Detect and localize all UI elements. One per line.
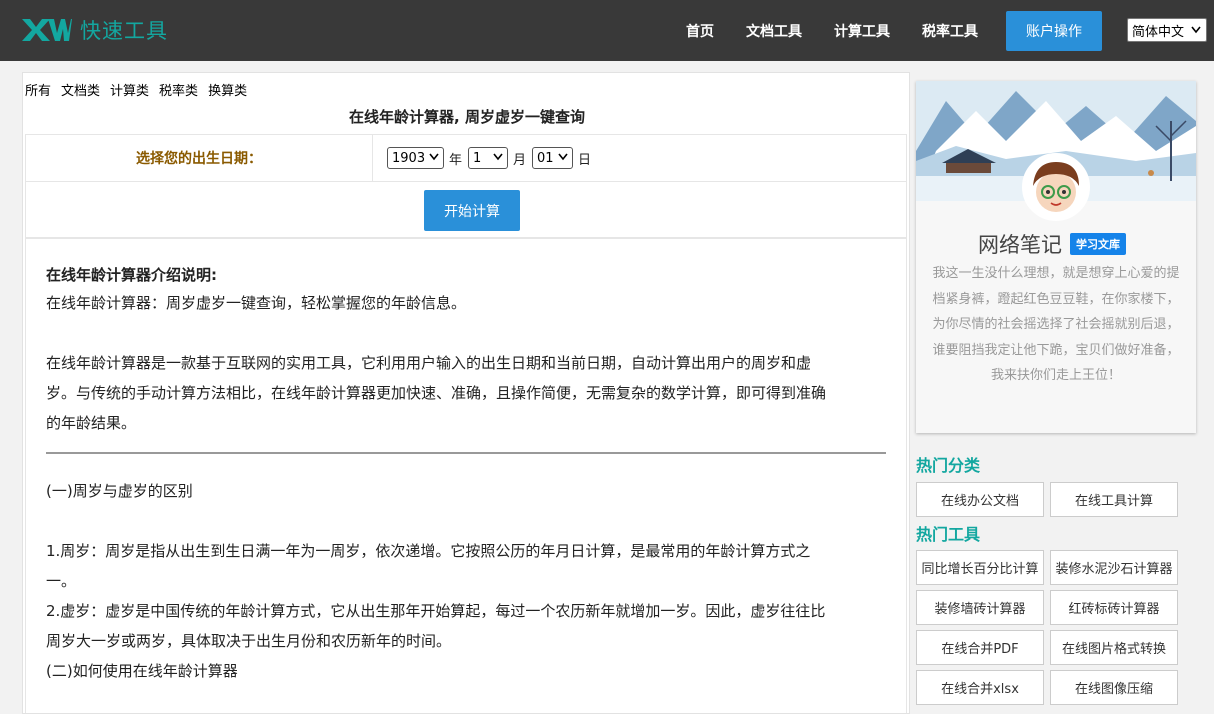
avatar[interactable] <box>1022 153 1090 221</box>
hot-tool-merge-xlsx[interactable]: 在线合并xlsx <box>916 670 1044 705</box>
article-section2: (二)如何使用在线年龄计算器 <box>46 662 238 680</box>
main-panel: 所有 文档类 计算类 税率类 换算类 在线年龄计算器, 周岁虚岁一键查询 选择您… <box>22 72 910 714</box>
article-content: 在线年龄计算器介绍说明: 在线年龄计算器：周岁虚岁一键查询，轻松掌握您的年龄信息… <box>25 238 907 713</box>
hot-tool-yoy-growth[interactable]: 同比增长百分比计算 <box>916 550 1044 585</box>
year-unit: 年 <box>449 152 463 168</box>
hot-tool-wall-tile[interactable]: 装修墙砖计算器 <box>916 590 1044 625</box>
category-docs[interactable]: 文档类 <box>61 80 100 99</box>
category-filter: 所有 文档类 计算类 税率类 换算类 <box>25 80 257 99</box>
profile-badge[interactable]: 学习文库 <box>1070 233 1126 255</box>
category-tax[interactable]: 税率类 <box>159 80 198 99</box>
hot-tool-image-compress[interactable]: 在线图像压缩 <box>1050 670 1178 705</box>
nav-home[interactable]: 首页 <box>686 21 714 41</box>
divider <box>46 452 886 454</box>
language-value: 简体中文 <box>1132 24 1185 40</box>
profile-bio: 我这一生没什么理想，就是想穿上心爱的提档紧身裤，蹬起红色豆豆鞋，在你家楼下，为你… <box>932 266 1180 383</box>
site-logo[interactable]: 快速工具 <box>20 13 168 47</box>
month-value: 1 <box>473 150 482 166</box>
article-item1-line2: 一。 <box>46 572 77 590</box>
month-unit: 月 <box>513 152 527 168</box>
hot-tool-merge-pdf[interactable]: 在线合并PDF <box>916 630 1044 665</box>
main-nav: 首页 文档工具 计算工具 税率工具 <box>670 0 994 61</box>
birth-date-row: 选择您的出生日期： 1903 年 1 月 01 日 <box>25 134 907 182</box>
category-all[interactable]: 所有 <box>25 80 51 99</box>
hot-tool-red-brick[interactable]: 红砖标砖计算器 <box>1050 590 1178 625</box>
account-button[interactable]: 账户操作 <box>1006 11 1102 51</box>
year-select[interactable]: 1903 <box>387 147 444 169</box>
month-select[interactable]: 1 <box>468 147 509 169</box>
day-unit: 日 <box>578 152 592 168</box>
profile-name-row: 网络笔记 学习文库 <box>978 229 1126 259</box>
start-calculate-button[interactable]: 开始计算 <box>424 190 520 231</box>
category-convert[interactable]: 换算类 <box>208 80 247 99</box>
article-item1-line1: 1.周岁：周岁是指从出生到生日满一年为一周岁，依次递增。它按照公历的年月日计算，… <box>46 542 811 560</box>
nav-tax-tools[interactable]: 税率工具 <box>922 21 978 41</box>
article-heading: 在线年龄计算器介绍说明: <box>46 266 217 284</box>
year-value: 1903 <box>392 150 426 166</box>
article-para1-line1: 在线年龄计算器是一款基于互联网的实用工具，它利用用户输入的出生日期和当前日期，自… <box>46 354 812 372</box>
language-select[interactable]: 简体中文 <box>1127 18 1207 42</box>
top-navigation-bar: 快速工具 首页 文档工具 计算工具 税率工具 账户操作 简体中文 <box>0 0 1214 61</box>
page-title: 在线年龄计算器, 周岁虚岁一键查询 <box>349 108 585 126</box>
day-select[interactable]: 01 <box>532 147 574 169</box>
hot-category-office-docs[interactable]: 在线办公文档 <box>916 482 1044 517</box>
hot-category-tool-calc[interactable]: 在线工具计算 <box>1050 482 1178 517</box>
submit-row: 开始计算 <box>25 182 907 238</box>
avatar-face-icon <box>1025 156 1087 218</box>
hot-categories-title: 热门分类 <box>916 456 981 475</box>
hot-tool-image-convert[interactable]: 在线图片格式转换 <box>1050 630 1178 665</box>
category-calc[interactable]: 计算类 <box>110 80 149 99</box>
hot-tools-title: 热门工具 <box>916 525 981 544</box>
chevron-down-icon <box>493 153 503 161</box>
birth-date-label: 选择您的出生日期： <box>26 135 373 181</box>
chevron-down-icon <box>429 153 439 161</box>
article-para1-line3: 的年龄结果。 <box>46 414 137 432</box>
nav-calc-tools[interactable]: 计算工具 <box>834 21 890 41</box>
article-intro: 在线年龄计算器：周岁虚岁一键查询，轻松掌握您的年龄信息。 <box>46 294 467 312</box>
hot-tool-cement-sand[interactable]: 装修水泥沙石计算器 <box>1050 550 1178 585</box>
profile-card: 网络笔记 学习文库 我这一生没什么理想，就是想穿上心爱的提档紧身裤，蹬起红色豆豆… <box>916 81 1196 433</box>
article-item2-line1: 2.虚岁：虚岁是中国传统的年龄计算方式，它从出生那年开始算起，每过一个农历新年就… <box>46 602 826 620</box>
day-value: 01 <box>537 150 554 166</box>
profile-name: 网络笔记 <box>978 233 1062 257</box>
chevron-down-icon <box>558 153 568 161</box>
nav-doc-tools[interactable]: 文档工具 <box>746 21 802 41</box>
article-para1-line2: 岁。与传统的手动计算方法相比，在线年龄计算器更加快速、准确，且操作简便，无需复杂… <box>46 384 827 402</box>
birth-date-controls: 1903 年 1 月 01 日 <box>373 135 906 181</box>
logo-text: 快速工具 <box>80 19 168 43</box>
article-item2-line2: 周岁大一岁或两岁，具体取决于出生月份和农历新年的时间。 <box>46 632 452 650</box>
article-section1: (一)周岁与虚岁的区别 <box>46 482 193 500</box>
logo-mark-icon <box>22 19 72 41</box>
chevron-down-icon <box>1191 26 1201 34</box>
